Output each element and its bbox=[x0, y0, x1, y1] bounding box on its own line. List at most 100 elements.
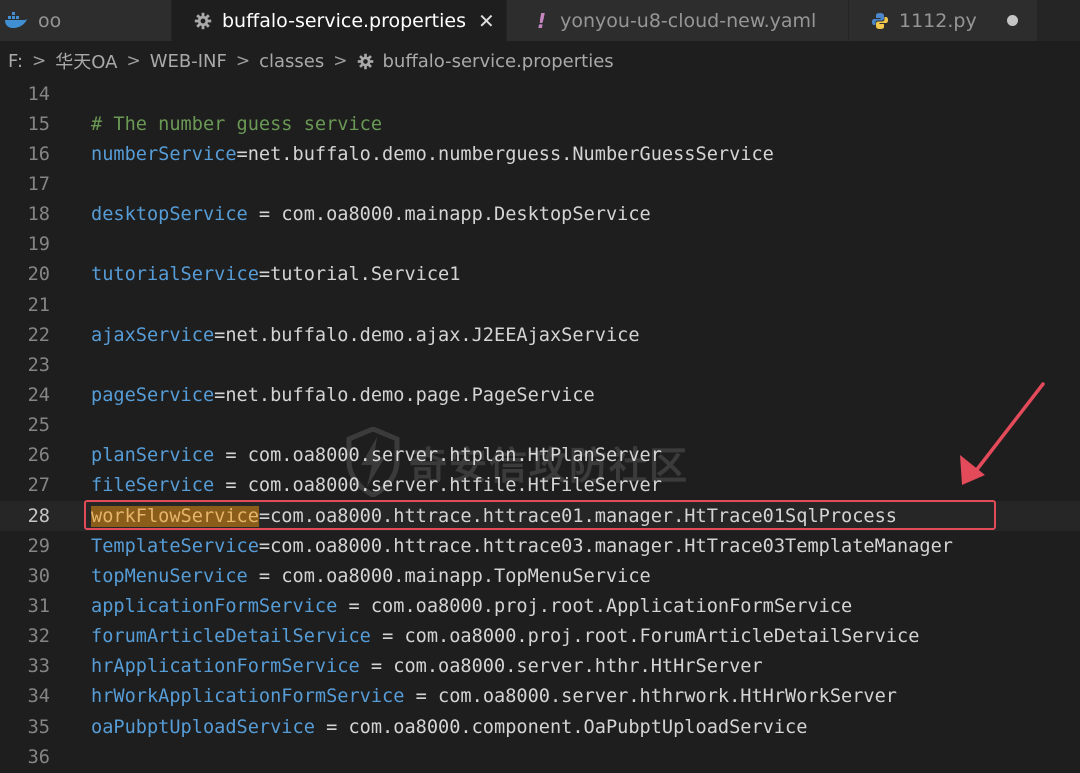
unsaved-dot-icon[interactable] bbox=[1006, 15, 1018, 26]
tab-label: 1112.py bbox=[899, 9, 977, 32]
code-line[interactable]: 33 hrApplicationFormService = com.oa8000.… bbox=[0, 652, 1080, 682]
code-line[interactable]: 25 bbox=[0, 411, 1080, 441]
breadcrumb-item-file[interactable]: buffalo-service.properties bbox=[383, 51, 614, 72]
tab-label: oo bbox=[38, 9, 62, 32]
code-text[interactable]: topMenuService = com.oa8000.mainapp.TopM… bbox=[91, 566, 651, 587]
property-value: =com.oa8000.httrace.httrace01.manager.Ht… bbox=[258, 505, 898, 527]
code-line[interactable]: 23 bbox=[0, 350, 1080, 380]
property-value: =net.buffalo.demo.ajax.J2EEAjaxService bbox=[214, 324, 640, 346]
tab-buffalo-service-properties[interactable]: buffalo-service.properties ✕ bbox=[172, 0, 507, 41]
property-value: = com.oa8000.server.hthrwork.HtHrWorkSer… bbox=[404, 686, 898, 708]
close-icon[interactable]: ✕ bbox=[478, 9, 495, 33]
tab-yonyou-u8-cloud-new-yaml[interactable]: ! yonyou-u8-cloud-new.yaml bbox=[507, 0, 849, 41]
code-line[interactable]: 14 bbox=[0, 79, 1080, 109]
python-icon bbox=[871, 12, 889, 30]
line-number: 18 bbox=[27, 204, 50, 226]
comment-text: # The number guess service bbox=[91, 113, 383, 135]
property-value: = com.oa8000.mainapp.TopMenuService bbox=[247, 565, 651, 587]
code-text[interactable]: hrWorkApplicationFormService = com.oa800… bbox=[91, 686, 897, 707]
property-value: = com.oa8000.proj.root.ForumArticleDetai… bbox=[370, 626, 920, 648]
code-text[interactable]: workFlowService=com.oa8000.httrace.httra… bbox=[91, 505, 898, 527]
code-line[interactable]: 29 TemplateService=com.oa8000.httrace.htt… bbox=[0, 531, 1080, 561]
property-value: = com.oa8000.component.OaPubptUploadServ… bbox=[314, 716, 808, 738]
code-line[interactable]: 32 forumArticleDetailService = com.oa8000… bbox=[0, 622, 1080, 652]
code-line[interactable]: 26 planService = com.oa8000.server.htplan… bbox=[0, 441, 1080, 471]
property-key: ajaxService bbox=[91, 324, 215, 346]
code-text[interactable]: TemplateService=com.oa8000.httrace.httra… bbox=[91, 536, 953, 557]
code-line[interactable]: 35 oaPubptUploadService = com.oa8000.comp… bbox=[0, 712, 1080, 742]
chevron-right-icon: > bbox=[333, 51, 348, 71]
breadcrumb-item-folder[interactable]: 华天OA bbox=[55, 48, 117, 74]
code-text[interactable]: hrApplicationFormService = com.oa8000.se… bbox=[91, 656, 763, 677]
tab-1112-py[interactable]: 1112.py bbox=[849, 0, 1038, 41]
code-text[interactable]: # The number guess service bbox=[91, 114, 382, 135]
breadcrumb: F: > 华天OA > WEB-INF > classes > buffalo-… bbox=[0, 41, 1080, 81]
tab-bar: oo buffalo-service.properties ✕ ! yonyou… bbox=[0, 0, 1080, 41]
code-line[interactable]: 21 bbox=[0, 290, 1080, 320]
property-key: hrWorkApplicationFormService bbox=[91, 686, 405, 708]
code-line[interactable]: 19 bbox=[0, 230, 1080, 260]
line-number: 19 bbox=[27, 234, 50, 256]
property-value: =net.buffalo.demo.numberguess.NumberGues… bbox=[236, 143, 774, 165]
code-text[interactable]: planService = com.oa8000.server.htplan.H… bbox=[91, 445, 662, 466]
code-text[interactable]: desktopService = com.oa8000.mainapp.Desk… bbox=[91, 204, 651, 225]
tab-label: yonyou-u8-cloud-new.yaml bbox=[560, 9, 817, 32]
code-line[interactable]: 15 # The number guess service bbox=[0, 109, 1080, 139]
property-value: = com.oa8000.mainapp.DesktopService bbox=[247, 204, 651, 226]
property-key: forumArticleDetailService bbox=[91, 626, 371, 648]
line-number: 33 bbox=[27, 656, 50, 678]
breadcrumb-item-classes[interactable]: classes bbox=[259, 51, 324, 72]
code-text[interactable]: oaPubptUploadService = com.oa8000.compon… bbox=[91, 717, 807, 738]
code-line[interactable]: 17 bbox=[0, 169, 1080, 199]
chevron-right-icon: > bbox=[235, 51, 251, 71]
code-text[interactable]: fileService = com.oa8000.server.htfile.H… bbox=[91, 475, 662, 496]
property-key: fileService bbox=[91, 475, 215, 497]
breadcrumb-item-drive[interactable]: F: bbox=[8, 51, 23, 72]
code-text[interactable]: pageService=net.buffalo.demo.page.PageSe… bbox=[91, 385, 595, 406]
line-number: 17 bbox=[27, 173, 50, 195]
exclamation-icon: ! bbox=[537, 8, 547, 33]
property-value: = com.oa8000.server.htfile.HtFileServer bbox=[214, 475, 662, 497]
line-number: 21 bbox=[27, 294, 50, 316]
property-value: =tutorial.Service1 bbox=[258, 264, 461, 286]
property-key: planService bbox=[91, 445, 215, 467]
code-line[interactable]: 28 workFlowService=com.oa8000.httrace.htt… bbox=[0, 500, 1080, 532]
line-number: 15 bbox=[27, 113, 50, 135]
code-text[interactable]: ajaxService=net.buffalo.demo.ajax.J2EEAj… bbox=[91, 325, 640, 346]
code-text[interactable]: applicationFormService = com.oa8000.proj… bbox=[91, 596, 852, 617]
code-text[interactable]: forumArticleDetailService = com.oa8000.p… bbox=[91, 626, 919, 647]
property-value: = com.oa8000.proj.root.ApplicationFormSe… bbox=[337, 595, 853, 617]
line-number: 25 bbox=[27, 415, 50, 437]
code-line[interactable]: 31 applicationFormService = com.oa8000.pr… bbox=[0, 591, 1080, 621]
code-line[interactable]: 18 desktopService = com.oa8000.mainapp.De… bbox=[0, 200, 1080, 230]
property-key: workFlowService bbox=[91, 505, 259, 527]
tab-oo[interactable]: oo bbox=[0, 0, 172, 41]
code-line[interactable]: 27 fileService = com.oa8000.server.htfile… bbox=[0, 471, 1080, 501]
code-line[interactable]: 20 tutorialService=tutorial.Service1 bbox=[0, 260, 1080, 290]
code-line[interactable]: 36 bbox=[0, 742, 1080, 772]
property-key: desktopService bbox=[91, 204, 248, 226]
property-value: = com.oa8000.server.htplan.HtPlanServer bbox=[214, 445, 662, 467]
code-editor[interactable]: 14 15 # The number guess service 16 numberSe… bbox=[0, 79, 1080, 773]
gear-icon bbox=[194, 12, 212, 30]
property-value: =com.oa8000.httrace.httrace03.manager.Ht… bbox=[258, 535, 953, 557]
code-line[interactable]: 30 topMenuService = com.oa8000.mainapp.To… bbox=[0, 561, 1080, 591]
line-number: 34 bbox=[27, 686, 50, 708]
code-text[interactable]: tutorialService=tutorial.Service1 bbox=[91, 264, 460, 285]
code-line[interactable]: 22 ajaxService=net.buffalo.demo.ajax.J2EE… bbox=[0, 320, 1080, 350]
code-line[interactable]: 34 hrWorkApplicationFormService = com.oa8… bbox=[0, 682, 1080, 712]
line-number: 36 bbox=[27, 746, 50, 768]
code-text[interactable]: numberService=net.buffalo.demo.numbergue… bbox=[91, 144, 774, 165]
line-number: 24 bbox=[27, 384, 50, 406]
code-line[interactable]: 16 numberService=net.buffalo.demo.numberg… bbox=[0, 139, 1080, 169]
property-key: topMenuService bbox=[91, 565, 248, 587]
property-value: =net.buffalo.demo.page.PageService bbox=[214, 384, 595, 406]
property-key: hrApplicationFormService bbox=[91, 656, 360, 678]
property-key: tutorialService bbox=[91, 264, 259, 286]
breadcrumb-item-web-inf[interactable]: WEB-INF bbox=[150, 51, 227, 72]
docker-whale-icon bbox=[4, 11, 28, 30]
property-key: pageService bbox=[91, 384, 215, 406]
chevron-right-icon: > bbox=[32, 51, 47, 71]
code-line[interactable]: 24 pageService=net.buffalo.demo.page.Page… bbox=[0, 380, 1080, 410]
property-value: = com.oa8000.server.hthr.HtHrServer bbox=[359, 656, 763, 678]
